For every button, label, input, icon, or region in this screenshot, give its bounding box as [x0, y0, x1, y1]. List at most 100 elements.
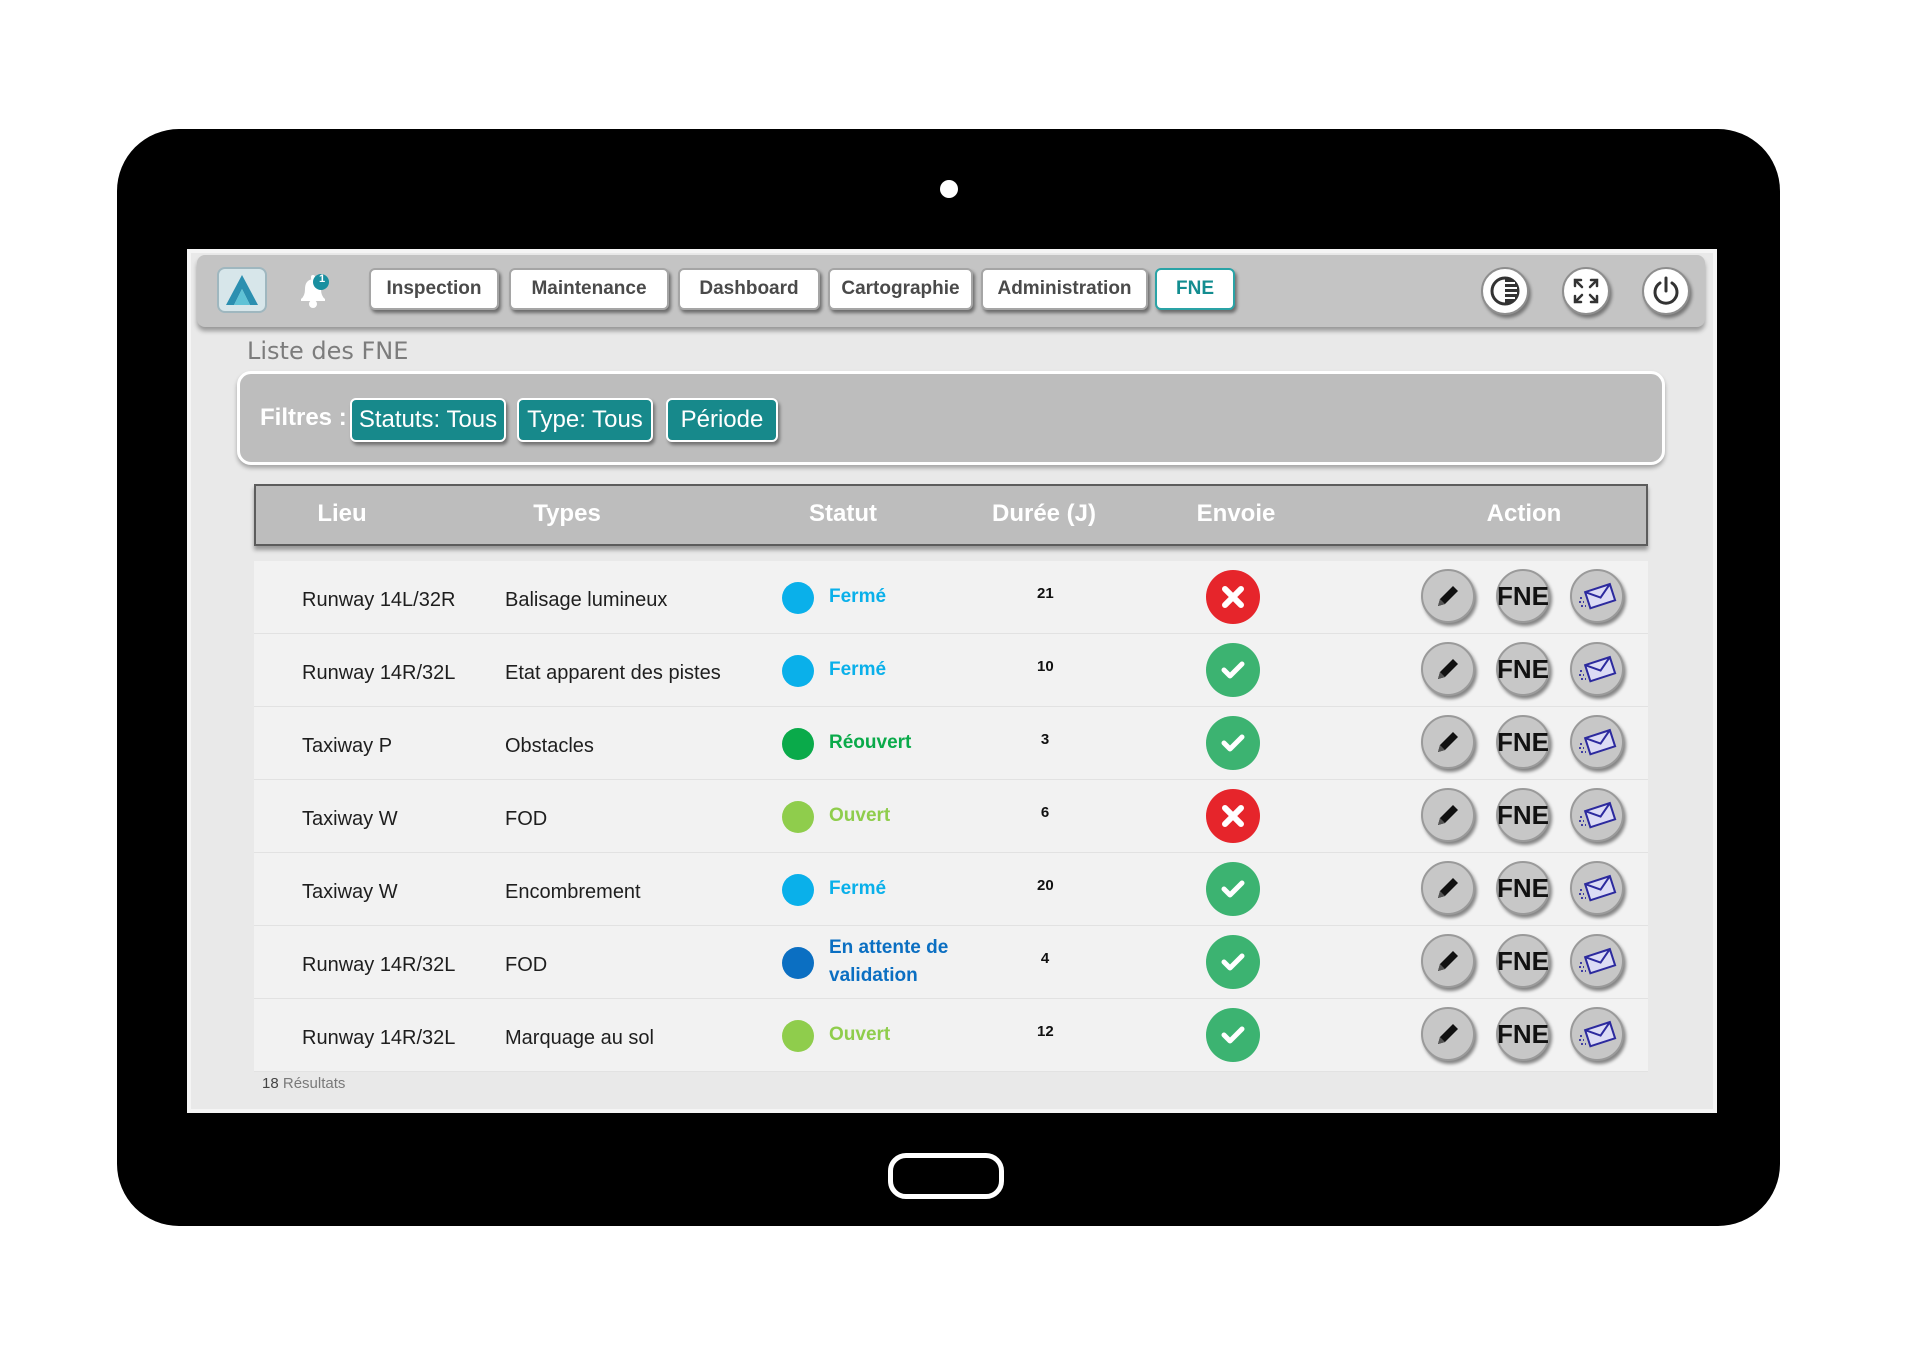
edit-button[interactable] [1421, 1007, 1475, 1061]
table-row[interactable]: Taxiway P Obstacles Réouvert 3 FNE [254, 707, 1648, 780]
header-envoie[interactable]: Envoie [1197, 500, 1276, 528]
app-screen: 1 Inspection Maintenance Dashboard Carto… [187, 249, 1717, 1113]
cell-duree: 10 [1037, 658, 1054, 675]
send-mail-button[interactable] [1570, 861, 1624, 915]
fne-button[interactable]: FNE [1496, 788, 1550, 842]
pencil-icon [1438, 805, 1458, 825]
edit-button[interactable] [1421, 569, 1475, 623]
tab-maintenance[interactable]: Maintenance [509, 268, 669, 310]
cell-lieu: Taxiway P [302, 735, 393, 757]
send-mail-button[interactable] [1570, 642, 1624, 696]
not-sent-cross-icon [1206, 570, 1260, 624]
fne-button[interactable]: FNE [1496, 1007, 1550, 1061]
power-button[interactable] [1642, 267, 1690, 315]
send-mail-button[interactable] [1570, 569, 1624, 623]
cell-lieu: Runway 14R/32L [302, 1027, 456, 1049]
tab-dashboard[interactable]: Dashboard [678, 268, 820, 310]
status-dot-icon [782, 582, 814, 614]
notification-count-badge: 1 [318, 273, 326, 285]
top-navigation-bar: 1 Inspection Maintenance Dashboard Carto… [197, 255, 1705, 327]
home-button[interactable] [888, 1153, 1004, 1199]
send-mail-button[interactable] [1570, 1007, 1624, 1061]
cell-lieu: Taxiway W [302, 808, 398, 830]
status-dot-icon [782, 1020, 814, 1052]
header-lieu[interactable]: Lieu [317, 500, 366, 528]
envelope-icon [1579, 874, 1617, 902]
results-count: 18 Résultats [262, 1075, 345, 1092]
cell-type: FOD [505, 808, 548, 830]
tab-fne[interactable]: FNE [1155, 268, 1235, 310]
envelope-icon [1579, 655, 1617, 683]
filter-type-chip[interactable]: Type: Tous [517, 398, 653, 442]
not-sent-cross-icon [1206, 789, 1260, 843]
contrast-button[interactable] [1481, 267, 1529, 315]
bell-icon [301, 274, 329, 308]
cell-duree: 12 [1037, 1023, 1054, 1040]
edit-button[interactable] [1421, 934, 1475, 988]
table-row[interactable]: Runway 14R/32L Marquage au sol Ouvert 12 FNE [254, 999, 1648, 1072]
cell-type: FOD [505, 954, 548, 976]
fne-button[interactable]: FNE [1496, 642, 1550, 696]
sent-check-icon [1206, 643, 1260, 697]
pencil-icon [1438, 732, 1458, 752]
status-dot-icon [782, 655, 814, 687]
send-mail-button[interactable] [1570, 934, 1624, 988]
sent-check-icon [1206, 935, 1260, 989]
sent-check-icon [1206, 716, 1260, 770]
table-row[interactable]: Runway 14L/32R Balisage lumineux Fermé 21 FN… [254, 561, 1648, 634]
pencil-icon [1438, 659, 1458, 679]
table-row[interactable]: Runway 14R/32L Etat apparent des pistes Fe… [254, 634, 1648, 707]
edit-button[interactable] [1421, 715, 1475, 769]
fullscreen-icon [1573, 278, 1599, 304]
table-row[interactable]: Runway 14R/32L FOD En attente de validation… [254, 926, 1648, 999]
tab-inspection[interactable]: Inspection [369, 268, 499, 310]
pencil-icon [1438, 878, 1458, 898]
fne-button[interactable]: FNE [1496, 861, 1550, 915]
cell-type: Encombrement [505, 881, 641, 903]
cell-duree: 21 [1037, 585, 1054, 602]
tab-administration[interactable]: Administration [981, 268, 1148, 310]
filter-status-chip[interactable]: Statuts: Tous [350, 398, 506, 442]
sent-check-icon [1206, 1008, 1260, 1062]
cell-duree: 20 [1037, 877, 1054, 894]
header-duree[interactable]: Durée (J) [992, 500, 1096, 528]
send-mail-button[interactable] [1570, 715, 1624, 769]
header-types[interactable]: Types [533, 500, 601, 528]
cell-type: Marquage au sol [505, 1027, 654, 1049]
edit-button[interactable] [1421, 642, 1475, 696]
edit-button[interactable] [1421, 861, 1475, 915]
status-dot-icon [782, 947, 814, 979]
pencil-icon [1438, 586, 1458, 606]
filter-period-chip[interactable]: Période [666, 398, 778, 442]
cell-type: Etat apparent des pistes [505, 662, 721, 684]
edit-button[interactable] [1421, 788, 1475, 842]
tab-cartographie[interactable]: Cartographie [828, 268, 973, 310]
notifications-button[interactable]: 1 [293, 270, 333, 312]
logo-icon [226, 275, 258, 305]
cell-statut: Réouvert [829, 732, 912, 753]
envelope-icon [1579, 1020, 1617, 1048]
envelope-icon [1579, 947, 1617, 975]
fne-button[interactable]: FNE [1496, 934, 1550, 988]
cell-duree: 6 [1040, 804, 1050, 821]
header-statut[interactable]: Statut [809, 500, 877, 528]
send-mail-button[interactable] [1570, 788, 1624, 842]
cell-statut: Fermé [829, 659, 887, 680]
cell-lieu: Runway 14R/32L [302, 954, 456, 976]
status-dot-icon [782, 874, 814, 906]
table-row[interactable]: Taxiway W FOD Ouvert 6 FNE [254, 780, 1648, 853]
fne-button[interactable]: FNE [1496, 569, 1550, 623]
statut-line: En attente de [829, 937, 949, 958]
envelope-icon [1579, 801, 1617, 829]
power-icon [1653, 276, 1679, 305]
cell-lieu: Taxiway W [302, 881, 398, 903]
page-title: Liste des FNE [247, 337, 409, 365]
fullscreen-button[interactable] [1562, 267, 1610, 315]
fne-button[interactable]: FNE [1496, 715, 1550, 769]
app-logo[interactable] [217, 267, 267, 313]
filters-panel: Filtres : Statuts: Tous Type: Tous Pério… [237, 371, 1665, 465]
cell-statut: Fermé [829, 586, 887, 607]
status-dot-icon [782, 728, 814, 760]
table-row[interactable]: Taxiway W Encombrement Fermé 20 FNE [254, 853, 1648, 926]
contrast-icon [1490, 276, 1520, 306]
